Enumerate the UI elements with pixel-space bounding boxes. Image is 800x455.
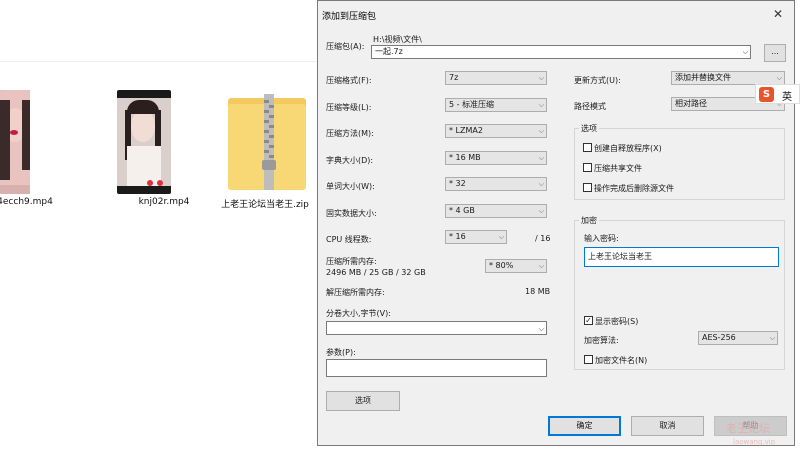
dialog-titlebar[interactable]: 添加到压缩包 ✕ bbox=[318, 1, 794, 27]
chevron-down-icon: ⌵ bbox=[742, 48, 748, 56]
level-select[interactable]: 5 - 标准压缩 ⌵ bbox=[445, 98, 547, 112]
chevron-down-icon: ⌵ bbox=[538, 325, 544, 333]
watermark: 老王论坛 bbox=[726, 422, 770, 435]
browse-button[interactable]: ... bbox=[764, 44, 786, 62]
mem-decompress-value: 18 MB bbox=[525, 287, 551, 296]
archive-path: H:\视频\文件\ bbox=[373, 35, 422, 44]
method-label: 压缩方法(M): bbox=[326, 129, 374, 138]
checkbox-box bbox=[583, 143, 592, 152]
mem-decompress-label: 解压缩所需内存: bbox=[326, 288, 385, 297]
file-name: knj02r.mp4 bbox=[138, 197, 190, 207]
explorer-toolbar-area bbox=[0, 0, 320, 62]
password-label: 输入密码: bbox=[584, 234, 619, 243]
options-group: 选项 创建自释放程序(X) 压缩共享文件 操作完成后删除源文件 bbox=[574, 123, 785, 200]
mem-compress-value: 2496 MB / 25 GB / 32 GB bbox=[326, 268, 426, 277]
pathmode-label: 路径模式 bbox=[574, 102, 606, 111]
checkbox-box bbox=[583, 183, 592, 192]
dict-select[interactable]: * 16 MB ⌵ bbox=[445, 151, 547, 165]
cpu-max: / 16 bbox=[535, 234, 551, 243]
dict-label: 字典大小(D): bbox=[326, 156, 374, 165]
level-label: 压缩等级(L): bbox=[326, 103, 372, 112]
chevron-down-icon: ⌵ bbox=[538, 101, 544, 109]
chevron-down-icon: ⌵ bbox=[538, 262, 544, 270]
archive-label: 压缩包(A): bbox=[326, 42, 365, 51]
encryption-method-label: 加密算法: bbox=[584, 336, 619, 345]
video-thumbnail bbox=[0, 90, 30, 194]
mem-compress-label: 压缩所需内存: bbox=[326, 257, 377, 266]
password-input[interactable]: 上老王论坛当老王 bbox=[584, 247, 779, 267]
chevron-down-icon: ⌵ bbox=[538, 180, 544, 188]
split-label: 分卷大小,字节(V): bbox=[326, 309, 391, 318]
chevron-down-icon: ⌵ bbox=[538, 154, 544, 162]
checkbox-box bbox=[584, 355, 593, 364]
word-label: 单词大小(W): bbox=[326, 182, 375, 191]
cpu-select[interactable]: * 16 ⌵ bbox=[445, 230, 507, 244]
chevron-down-icon: ⌵ bbox=[498, 233, 504, 241]
solid-label: 固实数据大小: bbox=[326, 209, 377, 218]
encrypt-names-checkbox[interactable]: 加密文件名(N) bbox=[584, 355, 647, 366]
chevron-down-icon: ⌵ bbox=[538, 207, 544, 215]
cancel-button[interactable]: 取消 bbox=[631, 416, 704, 436]
ok-button[interactable]: 确定 bbox=[548, 416, 621, 436]
dialog-title: 添加到压缩包 bbox=[322, 12, 377, 22]
ime-language[interactable]: 英 bbox=[782, 88, 792, 103]
chevron-down-icon: ⌵ bbox=[538, 127, 544, 135]
ime-indicator[interactable]: S 英 bbox=[755, 84, 800, 104]
chevron-down-icon: ⌵ bbox=[538, 74, 544, 82]
checkmark-icon: ✓ bbox=[584, 316, 593, 325]
sfx-checkbox[interactable]: 创建自释放程序(X) bbox=[583, 143, 662, 154]
solid-select[interactable]: * 4 GB ⌵ bbox=[445, 204, 547, 218]
archive-name-value: 一起.7z bbox=[375, 47, 403, 56]
watermark-url: laowang.vip bbox=[733, 438, 776, 446]
add-to-archive-dialog: 添加到压缩包 ✕ 压缩包(A): H:\视频\文件\ 一起.7z ⌵ ... 压… bbox=[317, 0, 795, 446]
encryption-method-select[interactable]: AES-256 ⌵ bbox=[698, 331, 778, 345]
encryption-group-title: 加密 bbox=[579, 215, 599, 226]
options-group-title: 选项 bbox=[579, 123, 599, 134]
show-password-checkbox[interactable]: ✓ 显示密码(S) bbox=[584, 316, 638, 327]
word-select[interactable]: * 32 ⌵ bbox=[445, 177, 547, 191]
close-button[interactable]: ✕ bbox=[770, 6, 786, 22]
cpu-label: CPU 线程数: bbox=[326, 235, 372, 244]
format-select[interactable]: 7z ⌵ bbox=[445, 71, 547, 85]
split-combo[interactable]: ⌵ bbox=[326, 321, 547, 335]
checkbox-box bbox=[583, 163, 592, 172]
format-label: 压缩格式(F): bbox=[326, 76, 372, 85]
options-button[interactable]: 选项 bbox=[326, 391, 400, 411]
zip-folder-icon bbox=[228, 94, 306, 190]
chevron-down-icon: ⌵ bbox=[769, 334, 775, 342]
password-value: 上老王论坛当老王 bbox=[588, 252, 652, 261]
update-select[interactable]: 添加并替换文件 ⌵ bbox=[671, 71, 785, 85]
video-thumbnail bbox=[117, 90, 171, 194]
chevron-down-icon: ⌵ bbox=[776, 74, 782, 82]
file-name: 4ecch9.mp4 bbox=[0, 197, 53, 207]
mem-percent-select[interactable]: * 80% ⌵ bbox=[485, 259, 547, 273]
file-name: 上老王论坛当老王.zip bbox=[221, 200, 309, 210]
archive-name-combo[interactable]: 一起.7z ⌵ bbox=[371, 45, 751, 59]
update-label: 更新方式(U): bbox=[574, 76, 621, 85]
method-select[interactable]: * LZMA2 ⌵ bbox=[445, 124, 547, 138]
params-input[interactable] bbox=[326, 359, 547, 377]
delete-source-checkbox[interactable]: 操作完成后删除源文件 bbox=[583, 183, 674, 194]
encryption-group: 加密 输入密码: 上老王论坛当老王 ✓ 显示密码(S) 加密算法: AES-256… bbox=[574, 215, 785, 370]
sogou-ime-icon: S bbox=[759, 87, 774, 102]
params-label: 参数(P): bbox=[326, 348, 356, 357]
shared-checkbox[interactable]: 压缩共享文件 bbox=[583, 163, 642, 174]
